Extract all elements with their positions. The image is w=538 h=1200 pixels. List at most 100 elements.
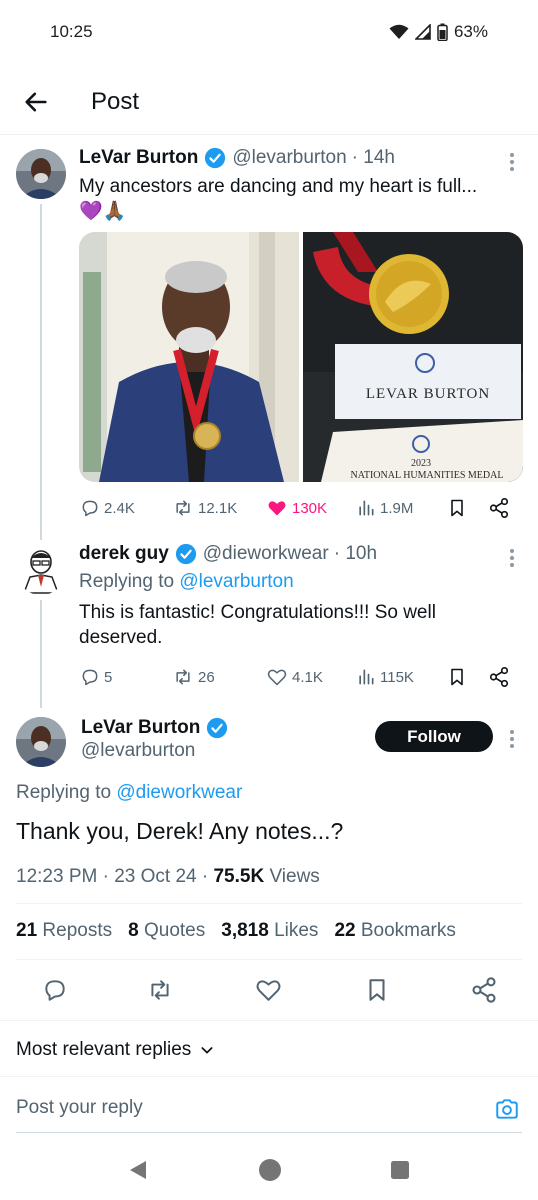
stat-bookmarks[interactable]: 22 Bookmarks [334,920,455,942]
replying-to: Replying to @levarburton [79,569,294,594]
bookmark-button[interactable] [447,666,467,688]
avatar-levarburton[interactable] [16,149,66,199]
follow-button[interactable]: Follow [375,721,493,752]
repost-button[interactable]: 12.1K [172,498,237,518]
back-button[interactable] [22,88,50,116]
reply-icon [82,669,98,686]
nav-recents-button[interactable] [390,1160,410,1180]
camera-icon [496,1099,518,1119]
divider [0,1020,538,1021]
tweet-text: My ancestors are dancing and my heart is… [79,176,478,197]
main-author-row: LeVar Burton [81,716,234,740]
more-options-icon[interactable] [510,546,516,570]
repost-icon [151,980,169,1000]
stat-bookmarks-count: 22 [334,920,356,941]
engagement-stats: 21 Reposts 8 Quotes 3,818 Likes 22 Bookm… [16,920,456,942]
stat-quotes[interactable]: 8 Quotes [128,920,205,942]
views-button[interactable]: 115K [356,667,414,687]
composer-underline [16,1132,522,1133]
tweet-time: · 14h [351,147,395,168]
reply-count: 5 [104,668,113,686]
heart-icon [256,980,281,1001]
main-author-handle[interactable]: @levarburton [81,740,195,762]
stat-bookmarks-label: Bookmarks [360,920,456,941]
main-reply-button[interactable] [42,977,68,1003]
reply-icon [45,980,65,1001]
reply-input[interactable]: Post your reply [16,1097,476,1119]
repost-icon [176,669,190,685]
main-like-button[interactable] [255,977,282,1003]
heart-filled-icon [268,501,286,516]
bookmark-button[interactable] [447,497,467,519]
reply-author-name[interactable]: derek guy [79,543,169,565]
stat-quotes-count: 8 [128,920,139,941]
stat-likes-label: Likes [274,920,319,941]
reply-author-handle[interactable]: @dieworkwear [203,543,329,565]
main-repost-button[interactable] [146,977,174,1003]
repost-count: 26 [198,668,215,686]
nav-back-button[interactable] [128,1159,148,1181]
media-image-medal[interactable]: LEVAR BURTON 2023 NATIONAL HUMANITIES ME… [303,232,523,482]
post-timestamp[interactable]: 12:23 PM · 23 Oct 24 · [16,866,208,887]
signal-icon [414,24,431,40]
replies-sort-label: Most relevant replies [16,1039,192,1060]
more-options-icon[interactable] [510,150,516,174]
main-bookmark-button[interactable] [364,976,390,1004]
main-share-button[interactable] [470,976,498,1004]
more-options-icon[interactable] [510,727,516,751]
wifi-icon [389,24,409,39]
tweet-media[interactable]: LEVAR BURTON 2023 NATIONAL HUMANITIES ME… [79,232,523,482]
views-button[interactable]: 1.9M [356,498,413,518]
media-image-portrait[interactable] [79,232,299,482]
square-recents-icon [391,1161,409,1179]
verified-badge-icon [175,543,196,565]
share-icon [472,977,496,1003]
camera-button[interactable] [494,1096,520,1122]
repost-button[interactable]: 26 [172,667,215,687]
nav-home-button[interactable] [258,1158,282,1182]
page-title: Post [91,88,140,115]
stat-likes-count: 3,818 [221,920,269,941]
tweet-header: LeVar Burton @levarburton · 14h [79,146,395,170]
analytics-icon [359,500,374,516]
main-avatar[interactable] [16,717,66,767]
thread-line [40,600,42,708]
stat-reposts-label: Reposts [42,920,113,941]
share-button[interactable] [488,666,510,688]
reply-button[interactable]: 2.4K [80,498,135,518]
stat-reposts-count: 21 [16,920,38,941]
heart-icon [267,669,287,686]
view-count: 1.9M [380,499,414,517]
media-card-name: LEVAR BURTON [366,386,490,402]
like-button[interactable]: 130K [266,498,327,518]
divider [16,959,522,960]
avatar-dieworkwear[interactable] [16,545,66,595]
bookmark-icon [369,979,385,1001]
replying-to-prefix: Replying to [16,782,112,803]
view-count: 115K [380,668,414,686]
author-handle[interactable]: @levarburton [232,147,346,169]
share-button[interactable] [488,497,510,519]
views-count: 75.5K [213,866,265,887]
reply-button[interactable]: 5 [80,667,112,687]
stat-likes[interactable]: 3,818 Likes [221,920,318,942]
battery-icon [437,23,448,41]
reply-icon [82,500,98,517]
verified-badge-icon [207,717,228,739]
repost-icon [176,500,190,516]
stat-reposts[interactable]: 21 Reposts [16,920,112,942]
circle-home-icon [259,1159,281,1181]
like-button[interactable]: 4.1K [266,667,323,687]
replying-to-link[interactable]: @levarburton [179,571,293,592]
status-icons: 63% [389,22,488,42]
tweet-emoji: 💜🙏🏾 [79,201,127,222]
like-count: 130K [292,499,328,517]
author-name[interactable]: LeVar Burton [79,147,198,169]
replies-sort-dropdown[interactable]: Most relevant replies [16,1039,215,1061]
main-author-name[interactable]: LeVar Burton [81,717,200,739]
replying-to-link[interactable]: @dieworkwear [116,782,242,803]
stat-quotes-label: Quotes [143,920,206,941]
post-meta: 12:23 PM · 23 Oct 24 · 75.5K Views [16,864,320,889]
reply-time: · 10h [333,543,378,564]
reply-header: derek guy @dieworkwear · 10h [79,542,377,566]
